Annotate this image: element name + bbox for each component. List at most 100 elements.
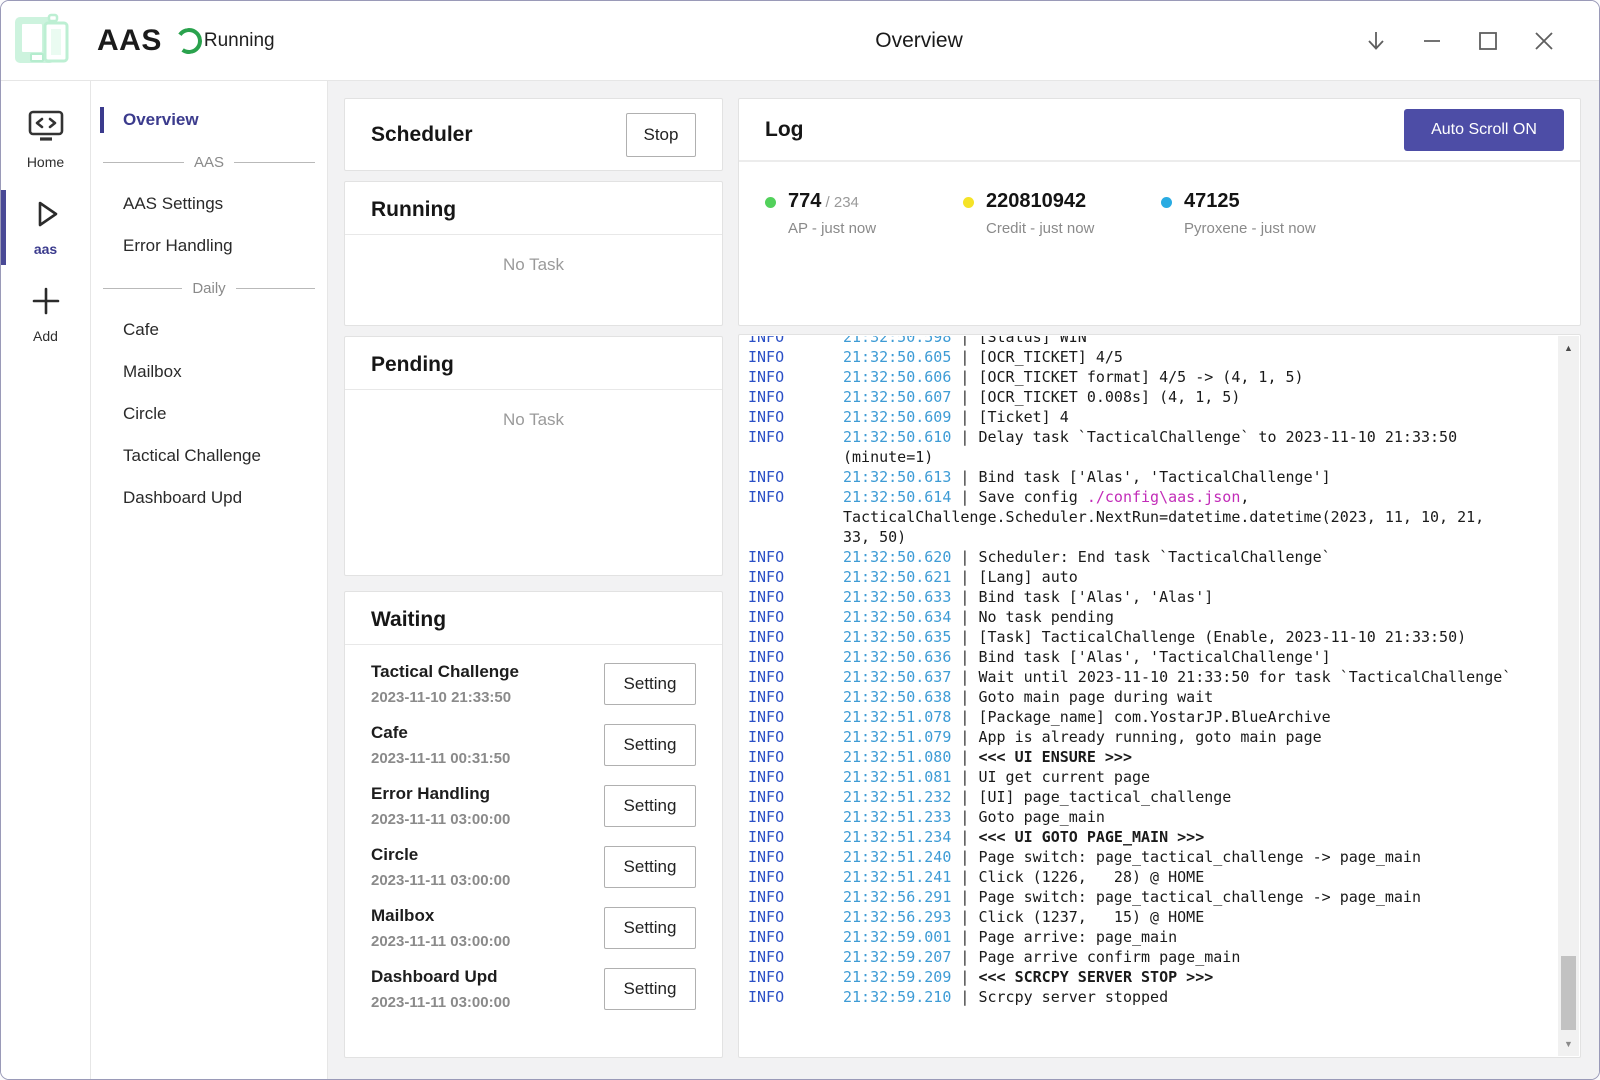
maximize-button[interactable]: [1473, 26, 1503, 56]
log-separator: |: [951, 368, 978, 386]
log-level: INFO: [748, 487, 843, 507]
scrollbar-up-icon[interactable]: ▲: [1558, 338, 1579, 358]
divider-line: [234, 162, 315, 163]
running-title: Running: [371, 198, 696, 222]
log-level: INFO: [748, 367, 843, 387]
task-setting-button[interactable]: Setting: [604, 907, 696, 949]
log-message-segment: Page arrive: page_main: [978, 928, 1177, 946]
log-separator: |: [951, 548, 978, 566]
waiting-title: Waiting: [371, 608, 696, 632]
log-separator: |: [951, 928, 978, 946]
sidebar-item-cafe[interactable]: Cafe: [91, 309, 327, 351]
log-message-segment: Page arrive confirm page_main: [978, 948, 1240, 966]
task-setting-button[interactable]: Setting: [604, 785, 696, 827]
active-indicator-bar: [1, 190, 6, 265]
sidebar-item-error-handling[interactable]: Error Handling: [91, 225, 327, 267]
sidebar-item-tactical-challenge[interactable]: Tactical Challenge: [91, 435, 327, 477]
log-timestamp: 21:32:50.606: [843, 368, 951, 386]
log-line: INFO21:32:50.620 | Scheduler: End task `…: [748, 547, 1558, 567]
task-setting-button[interactable]: Setting: [604, 968, 696, 1010]
log-line: INFO21:32:50.634 | No task pending: [748, 607, 1558, 627]
nav-section-divider: AAS: [91, 141, 327, 183]
waiting-card: Waiting Tactical Challenge2023-11-10 21:…: [344, 591, 723, 1058]
log-separator: |: [951, 628, 978, 646]
rail-item-home[interactable]: Home: [1, 105, 90, 178]
log-message-segment: [Lang] auto: [978, 568, 1077, 586]
close-button[interactable]: [1529, 26, 1559, 56]
waiting-task-row: Dashboard Upd2023-11-11 03:00:00 Setting: [371, 958, 696, 1019]
task-setting-button[interactable]: Setting: [604, 663, 696, 705]
status-text: Running: [204, 30, 275, 52]
log-separator: |: [951, 648, 978, 666]
divider-line: [103, 162, 184, 163]
stat-body: 774 / 234AP - just now: [788, 190, 876, 237]
log-line: INFO21:32:51.081 | UI get current page: [748, 767, 1558, 787]
sidebar-item-dashboard-upd[interactable]: Dashboard Upd: [91, 477, 327, 519]
log-title: Log: [765, 118, 803, 142]
log-message-segment: [OCR_TICKET format] 4/5 -> (4, 1, 5): [978, 368, 1303, 386]
hide-to-tray-button[interactable]: [1361, 26, 1391, 56]
log-column: Log Auto Scroll ON 774 / 234AP - just no…: [738, 98, 1581, 1058]
log-level: INFO: [748, 827, 843, 847]
log-level: INFO: [748, 887, 843, 907]
sidebar-item-mailbox[interactable]: Mailbox: [91, 351, 327, 393]
log-separator: |: [951, 848, 978, 866]
log-line: INFO21:32:59.001 | Page arrive: page_mai…: [748, 927, 1558, 947]
log-separator: |: [951, 348, 978, 366]
log-line: INFO21:32:50.614 | Save config ./config\…: [748, 487, 1558, 547]
log-message-segment: Scheduler: End task `TacticalChallenge`: [978, 548, 1330, 566]
task-setting-button[interactable]: Setting: [604, 846, 696, 888]
log-message-segment: Goto main page during wait: [978, 688, 1213, 706]
rail-item-aas[interactable]: aas: [1, 192, 90, 265]
log-message-segment: [Ticket] 4: [978, 408, 1068, 426]
log-level: INFO: [748, 767, 843, 787]
log-line: INFO21:32:50.621 | [Lang] auto: [748, 567, 1558, 587]
scrollbar-down-icon[interactable]: ▼: [1558, 1034, 1579, 1054]
task-info: Circle2023-11-11 03:00:00: [371, 845, 510, 889]
log-level: INFO: [748, 647, 843, 667]
log-separator: |: [951, 728, 978, 746]
nav-section-divider: Daily: [91, 267, 327, 309]
log-level: INFO: [748, 627, 843, 647]
sidebar-item-aas-settings[interactable]: AAS Settings: [91, 183, 327, 225]
task-next-run-time: 2023-11-11 03:00:00: [371, 933, 510, 950]
log-separator: |: [951, 428, 978, 446]
minimize-button[interactable]: [1417, 26, 1447, 56]
task-info: Dashboard Upd2023-11-11 03:00:00: [371, 967, 510, 1011]
log-level: INFO: [748, 467, 843, 487]
sidebar-item-circle[interactable]: Circle: [91, 393, 327, 435]
log-level: INFO: [748, 987, 843, 1007]
log-separator: |: [951, 748, 978, 766]
nav-section-label: Daily: [192, 280, 225, 297]
scrollbar-thumb[interactable]: [1561, 956, 1576, 1030]
waiting-task-row: Mailbox2023-11-11 03:00:00Setting: [371, 897, 696, 958]
task-setting-button[interactable]: Setting: [604, 724, 696, 766]
log-line: INFO21:32:56.293 | Click (1237, 15) @ HO…: [748, 907, 1558, 927]
arrow-down-icon: [1363, 28, 1389, 54]
stats-row: 774 / 234AP - just now220810942Credit - …: [739, 162, 1580, 237]
log-message-segment: [OCR_TICKET] 4/5: [978, 348, 1123, 366]
icon-rail: Home aas Add: [1, 81, 91, 1079]
log-message-segment: ./config\aas.json: [1087, 488, 1241, 506]
resource-stat: 47125Pyroxene - just now: [1161, 190, 1359, 237]
log-level: INFO: [748, 847, 843, 867]
auto-scroll-button[interactable]: Auto Scroll ON: [1404, 109, 1564, 151]
log-line: INFO21:32:50.605 | [OCR_TICKET] 4/5: [748, 347, 1558, 367]
log-scrollbar[interactable]: ▲ ▼: [1558, 336, 1579, 1056]
log-timestamp: 21:32:50.621: [843, 568, 951, 586]
stop-button[interactable]: Stop: [626, 113, 696, 157]
log-line: INFO21:32:50.637 | Wait until 2023-11-10…: [748, 667, 1558, 687]
log-message-segment: Click (1237, 15) @ HOME: [978, 908, 1204, 926]
sidebar-item-overview[interactable]: Overview: [91, 99, 327, 141]
log-separator: |: [951, 568, 978, 586]
log-scroll-area[interactable]: INFO21:32:50.598 | [Status] WININFO21:32…: [740, 336, 1558, 1056]
pending-title: Pending: [371, 353, 696, 377]
log-line: INFO21:32:51.233 | Goto page_main: [748, 807, 1558, 827]
log-separator: |: [951, 668, 978, 686]
log-timestamp: 21:32:50.605: [843, 348, 951, 366]
pending-empty-text: No Task: [345, 410, 722, 430]
stat-value: 774: [788, 190, 821, 212]
task-next-run-time: 2023-11-11 03:00:00: [371, 872, 510, 889]
rail-item-add[interactable]: Add: [1, 279, 90, 352]
log-timestamp: 21:32:51.233: [843, 808, 951, 826]
